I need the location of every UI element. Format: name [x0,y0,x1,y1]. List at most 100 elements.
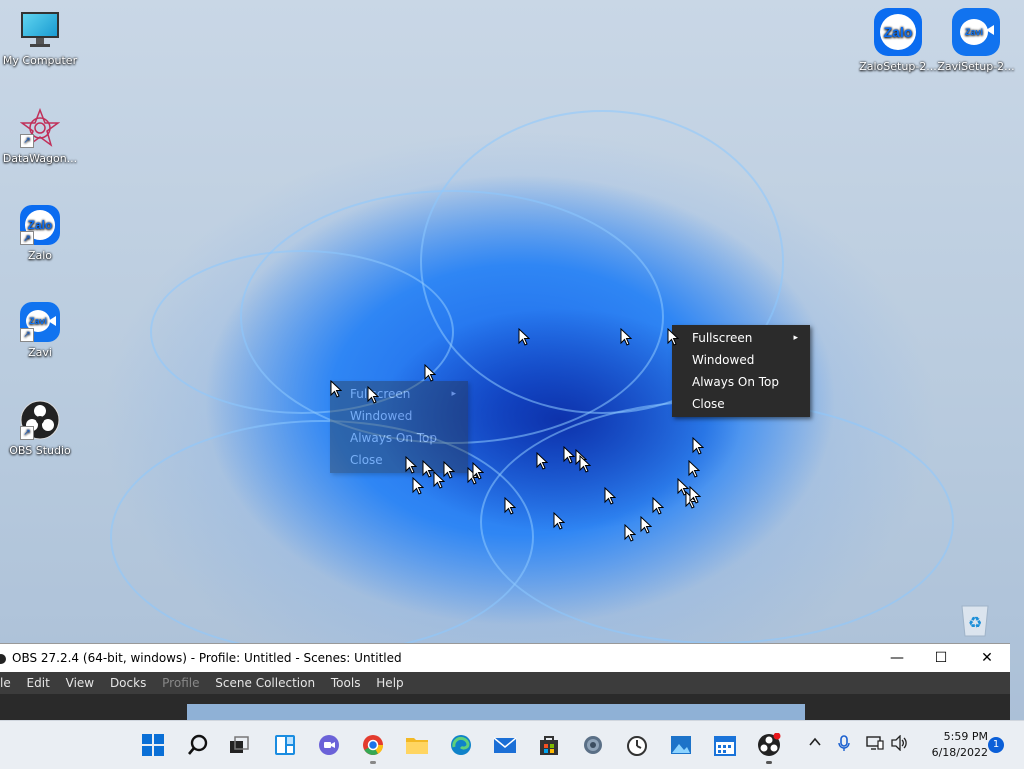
volume-icon[interactable] [891,734,909,755]
desktop-icon-zalo[interactable]: Zalo ↗ Zalo [0,205,80,262]
menu-item-always-on-top[interactable]: Always On Top [672,371,810,393]
desktop-icon-zalosetup[interactable]: Zalo ZaloSetup-2... [858,8,938,73]
desktop-icon-label: DataWagon... [2,152,78,165]
mouse-cursor-icon [689,486,701,504]
recycle-bin-icon[interactable]: ♻ [956,598,994,638]
network-icon[interactable] [866,735,884,755]
ghost-context-menu: Fullscreen ▸ Windowed Always On Top Close [330,381,468,473]
maximize-button[interactable]: ☐ [918,644,964,672]
menu-docks[interactable]: Docks [104,672,152,694]
mouse-cursor-icon [640,516,652,534]
mouse-cursor-icon [579,455,591,473]
menu-item-close[interactable]: Close [672,393,810,415]
mouse-cursor-icon [692,437,704,455]
mouse-cursor-icon [405,456,417,474]
desktop-icon-zavi[interactable]: Zavi ↗ Zavi [0,302,80,359]
microphone-icon[interactable] [837,735,851,757]
mouse-cursor-icon [412,477,424,495]
desktop-icon-label: ZaviSetup-2... [937,60,1015,73]
menu-file[interactable]: le [0,672,17,694]
mouse-cursor-icon [424,364,436,382]
settings-icon[interactable] [581,733,605,757]
mouse-cursor-icon [536,452,548,470]
context-menu: Fullscreen ▸ Windowed Always On Top Close [672,325,810,417]
mouse-cursor-icon [433,471,445,489]
running-indicator [370,761,376,764]
photos-icon[interactable] [669,733,693,757]
wallpaper-petal [480,400,954,644]
zalo-icon: Zalo [874,8,922,56]
mouse-cursor-icon [472,462,484,480]
shortcut-arrow-icon: ↗ [20,231,34,245]
menu-profile[interactable]: Profile [156,672,205,694]
obs-window[interactable]: OBS 27.2.4 (64-bit, windows) - Profile: … [0,643,1010,726]
zalo-icon: Zalo ↗ [20,205,60,245]
desktop-icon-obs-studio[interactable]: ↗ OBS Studio [0,400,80,457]
mouse-cursor-icon [688,460,700,478]
notification-badge[interactable]: 1 [988,737,1004,753]
mouse-cursor-icon [518,328,530,346]
obs-icon[interactable] [757,733,781,757]
mouse-cursor-icon [667,328,679,346]
mouse-cursor-icon [620,328,632,346]
mouse-cursor-icon [624,524,636,542]
desktop-icon-my-computer[interactable]: My Computer [0,10,80,67]
menu-scene-collection[interactable]: Scene Collection [209,672,321,694]
mouse-cursor-icon [604,487,616,505]
menu-item-fullscreen[interactable]: Fullscreen ▸ [672,327,810,349]
desktop-icon-label: My Computer [2,54,78,67]
mouse-cursor-icon [367,386,379,404]
close-button[interactable]: ✕ [964,644,1010,672]
svg-text:♻: ♻ [968,613,982,632]
zavi-icon: Zavi ↗ [20,302,60,342]
desktop-icon-zavisetup[interactable]: Zavi ZaviSetup-2... [936,8,1016,73]
obs-window-title: OBS 27.2.4 (64-bit, windows) - Profile: … [12,651,402,665]
shortcut-arrow-icon: ↗ [20,134,34,148]
ghost-menu-item-windowed: Windowed [350,409,413,423]
clock-app-icon[interactable] [625,733,649,757]
file-explorer-icon[interactable] [405,733,429,757]
desktop-icon-datawagon[interactable]: ↗ DataWagon... [0,107,80,165]
menu-tools[interactable]: Tools [325,672,367,694]
calendar-icon[interactable] [713,733,737,757]
desktop-icon-label: Zalo [27,249,53,262]
mouse-cursor-icon [563,446,575,464]
desktop-icon-label: Zavi [28,346,52,359]
edge-icon[interactable] [449,733,473,757]
datawagon-icon: ↗ [19,107,61,148]
desktop-icon-label: OBS Studio [9,444,71,457]
menu-help[interactable]: Help [370,672,409,694]
menu-view[interactable]: View [60,672,100,694]
mail-icon[interactable] [493,733,517,757]
obs-icon [0,653,6,664]
mouse-cursor-icon [553,512,565,530]
menu-item-windowed[interactable]: Windowed [672,349,810,371]
taskbar: 5:59 PM 6/18/2022 1 [0,720,1024,769]
obs-menubar: le Edit View Docks Profile Scene Collect… [0,672,1010,694]
ghost-menu-item-fullscreen: Fullscreen ▸ [350,387,456,401]
taskbar-clock[interactable]: 5:59 PM 6/18/2022 [916,729,988,761]
zavi-icon: Zavi [952,8,1000,56]
ghost-menu-item-always-on-top: Always On Top [350,431,437,445]
minimize-button[interactable]: — [874,644,920,672]
monitor-icon [20,10,60,50]
widgets-icon[interactable] [273,733,297,757]
obs-titlebar[interactable]: OBS 27.2.4 (64-bit, windows) - Profile: … [0,644,1010,672]
menu-edit[interactable]: Edit [21,672,56,694]
teams-chat-icon[interactable] [317,733,341,757]
zavi-glyph: Zavi [960,19,988,45]
mouse-cursor-icon [652,497,664,515]
shortcut-arrow-icon: ↗ [20,426,34,440]
running-indicator [766,761,772,764]
shortcut-arrow-icon: ↗ [20,328,34,342]
show-hidden-icons-chevron-icon[interactable] [808,735,822,753]
clock-date: 6/18/2022 [931,746,988,759]
desktop-icon-label: ZaloSetup-2... [859,60,937,73]
wallpaper-petal [110,420,534,654]
chrome-icon[interactable] [361,733,385,757]
mouse-cursor-icon [504,497,516,515]
task-view-icon[interactable] [227,733,251,757]
start-icon[interactable] [141,733,165,757]
store-icon[interactable] [537,733,561,757]
search-icon[interactable] [186,733,210,757]
